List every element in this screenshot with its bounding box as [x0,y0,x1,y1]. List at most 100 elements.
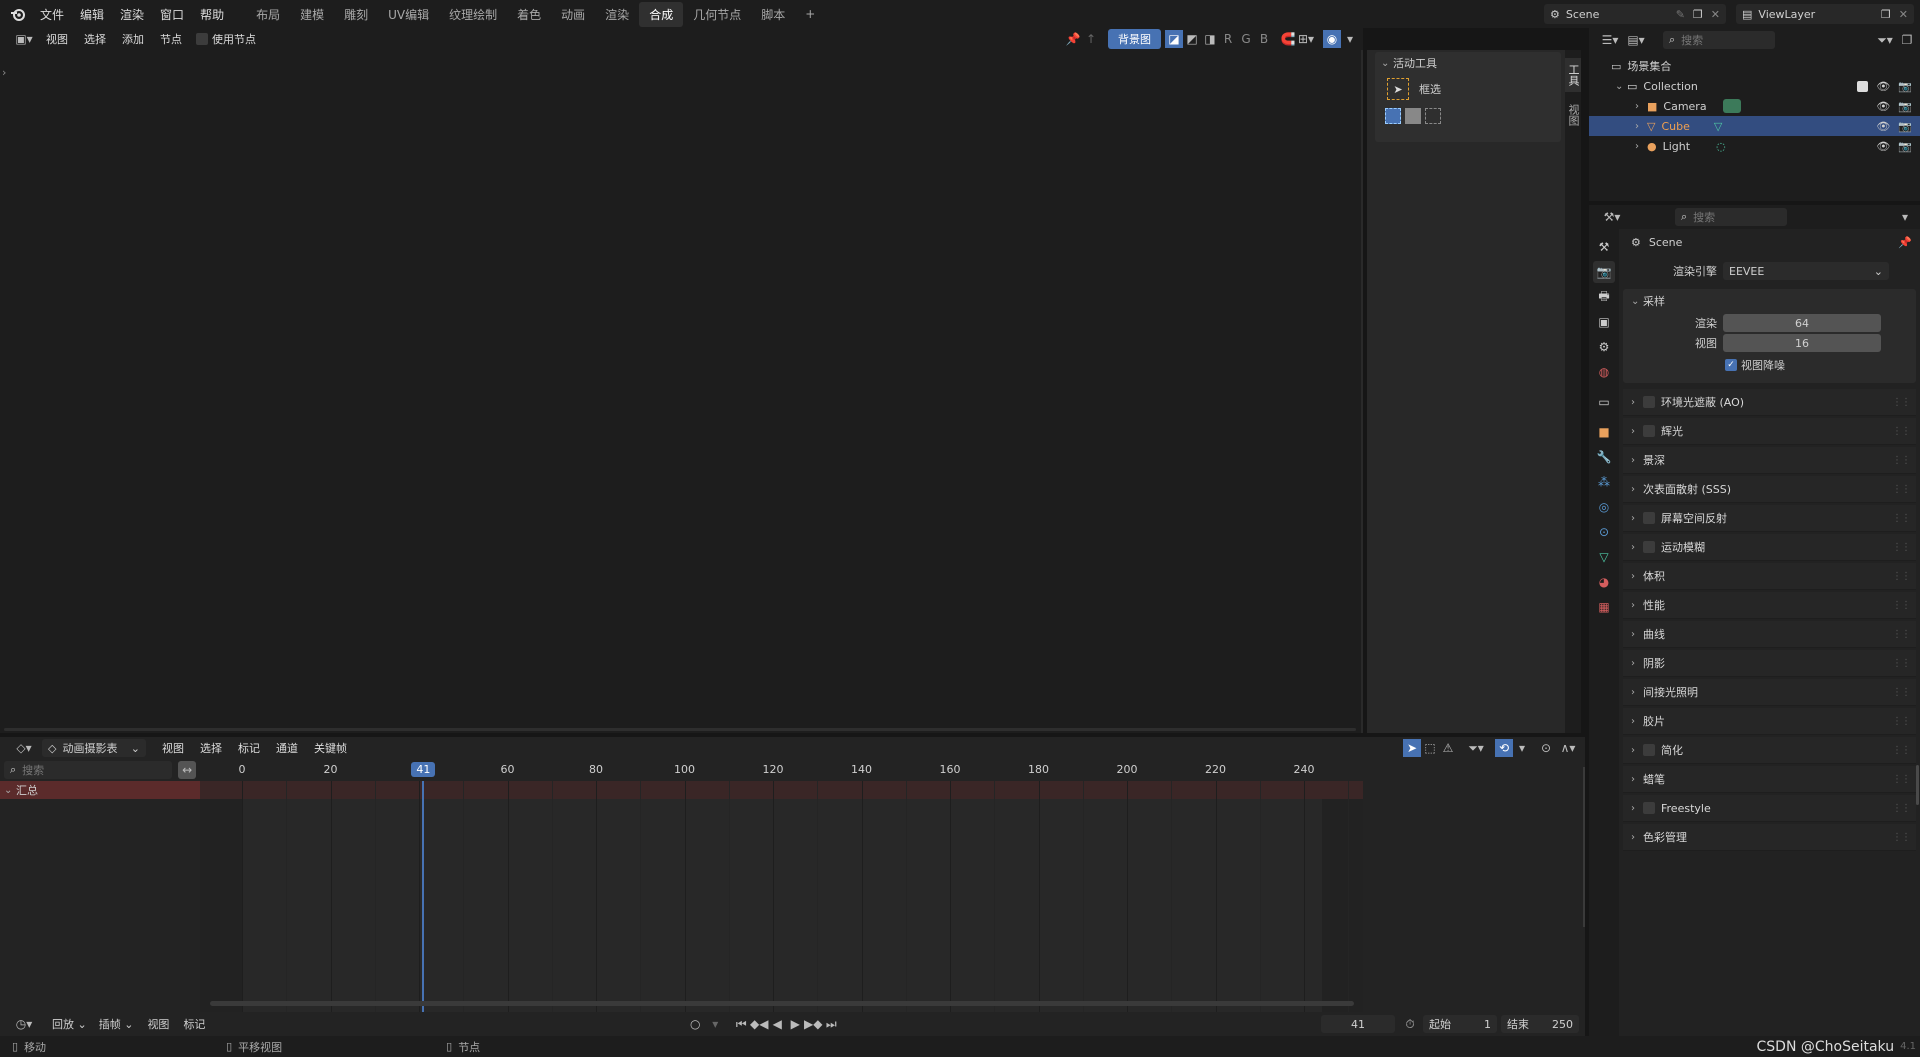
select-extend-icon[interactable] [1405,108,1421,124]
render-panel-header[interactable]: › 体积 ⋮⋮ [1623,563,1916,590]
panel-enable-checkbox[interactable] [1643,802,1655,814]
visibility-icon[interactable]: 👁 [1876,120,1890,133]
expand-icon[interactable]: › [1631,426,1643,437]
drag-handle-icon[interactable]: ⋮⋮ [1892,745,1911,756]
compositor-hscroll[interactable] [4,728,1356,731]
expand-icon[interactable]: › [1631,542,1643,553]
channel-search[interactable]: ⌕ 搜索 [4,761,173,779]
menu-edit[interactable]: 编辑 [72,6,112,23]
menu-window[interactable]: 窗口 [152,6,192,23]
menu-select[interactable]: 选择 [76,31,114,47]
display-mode-icon[interactable]: ▤▾ [1623,31,1649,49]
menu-channel[interactable]: 通道 [268,740,306,756]
backdrop-alpha-only-icon[interactable]: ◨ [1201,30,1219,48]
view-layer-tab-icon[interactable]: ▣ [1593,311,1615,333]
only-selected-icon[interactable]: ➤ [1403,739,1421,757]
channel-g[interactable]: G [1237,30,1255,48]
snap-icon[interactable]: 🧲 [1279,30,1297,48]
tool-tab-icon[interactable]: ⚒ [1593,236,1615,258]
material-tab-icon[interactable]: ◕ [1593,571,1615,593]
panel-enable-checkbox[interactable] [1643,396,1655,408]
frame-ruler[interactable]: 020406080100120140160180200220240 [200,759,1363,781]
expand-icon[interactable]: › [1631,484,1643,495]
workspace-tab[interactable]: + [795,3,825,25]
render-panel-header[interactable]: › 胶片 ⋮⋮ [1623,708,1916,735]
tab-tool[interactable]: 工具 [1565,58,1581,92]
scene-selector[interactable]: ⚙ Scene ✎ ❐ ✕ [1544,4,1726,24]
drag-handle-icon[interactable]: ⋮⋮ [1892,484,1911,495]
expand-icon[interactable]: ⌄ [1615,81,1627,92]
compositor-vscroll[interactable] [1361,50,1363,733]
drag-handle-icon[interactable]: ⋮⋮ [1892,426,1911,437]
mesh-data-icon[interactable]: ▽ [1714,120,1722,133]
overlay-icon[interactable]: ◉ [1323,30,1341,48]
auto-keying-icon[interactable]: ○ [686,1015,704,1033]
drag-handle-icon[interactable]: ⋮⋮ [1892,774,1911,785]
workspace-tab[interactable]: 纹理绘制 [439,2,507,27]
workspace-tab[interactable]: 布局 [246,2,290,27]
visibility-icon[interactable]: 👁 [1876,140,1890,153]
render-panel-header[interactable]: › 曲线 ⋮⋮ [1623,621,1916,648]
snap-icon[interactable]: ⟲ [1495,739,1513,757]
parent-node-icon[interactable]: ↑ [1082,30,1100,48]
data-tab-icon[interactable]: ▽ [1593,546,1615,568]
camera-data-icon[interactable] [1722,99,1741,113]
expand-icon[interactable]: › [1631,716,1643,727]
render-engine-select[interactable]: EEVEE ⌄ [1723,262,1889,280]
properties-scrollbar[interactable] [1916,765,1919,805]
collapse-icon[interactable]: ⌄ [4,785,16,796]
channel-r[interactable]: R [1219,30,1237,48]
expand-icon[interactable]: › [1631,455,1643,466]
constraints-tab-icon[interactable]: ⊙ [1593,521,1615,543]
menu-select[interactable]: 选择 [192,740,230,756]
tab-view[interactable]: 视图 [1565,98,1581,132]
filter-icon[interactable]: ⏷▾ [1872,31,1898,49]
render-panel-header[interactable]: › 景深 ⋮⋮ [1623,447,1916,474]
jump-end-icon[interactable]: ⏭ [822,1015,840,1033]
drag-handle-icon[interactable]: ⋮⋮ [1892,397,1911,408]
keying-set-dropdown-icon[interactable]: ▾ [706,1015,724,1033]
drag-handle-icon[interactable]: ⋮⋮ [1892,513,1911,524]
expand-icon[interactable]: › [1631,600,1643,611]
render-panel-header[interactable]: › 阴影 ⋮⋮ [1623,650,1916,677]
object-tab-icon[interactable]: ■ [1593,421,1615,443]
render-icon[interactable]: 📷 [1898,140,1912,153]
overlay-dropdown-icon[interactable]: ▾ [1341,30,1359,48]
outliner-editor-icon[interactable]: ☰▾ [1597,31,1623,49]
filter-icon[interactable]: ⏷▾ [1463,739,1489,757]
collapse-icon[interactable]: ⌄ [1631,296,1643,307]
render-panel-header[interactable]: › 屏幕空间反射 ⋮⋮ [1623,505,1916,532]
expand-icon[interactable]: › [1631,513,1643,524]
render-icon[interactable]: 📷 [1898,100,1912,113]
workspace-tab[interactable]: 动画 [551,2,595,27]
timeline-editor-icon[interactable]: ◷▾ [10,1015,38,1033]
drag-handle-icon[interactable]: ⋮⋮ [1892,803,1911,814]
collection-tab-icon[interactable]: ▭ [1593,391,1615,413]
expand-icon[interactable]: › [1635,121,1647,132]
preview-range-icon[interactable]: ⏱ [1401,1015,1419,1033]
play-icon[interactable]: ▶ [786,1015,804,1033]
panel-enable-checkbox[interactable] [1643,512,1655,524]
menu-node[interactable]: 节点 [152,31,190,47]
only-errors-icon[interactable]: ⚠ [1439,739,1457,757]
playhead-line[interactable] [422,781,425,1012]
workspace-tab[interactable]: 建模 [290,2,334,27]
editor-type-icon[interactable]: ◇▾ [10,739,38,757]
expand-icon[interactable]: › [1631,803,1643,814]
active-tool-header[interactable]: 活动工具 [1393,55,1437,71]
camera-row[interactable]: › ■ Camera 👁 📷 [1589,96,1920,116]
swap-icon[interactable]: ↔ [178,761,196,779]
viewport-samples-input[interactable]: 16 [1723,334,1881,352]
workspace-tab[interactable]: UV编辑 [378,2,439,27]
render-panel-header[interactable]: › 间接光照明 ⋮⋮ [1623,679,1916,706]
outliner-search[interactable]: ⌕ 搜索 [1663,31,1775,49]
render-panel-header[interactable]: › 次表面散射 (SSS) ⋮⋮ [1623,476,1916,503]
menu-render[interactable]: 渲染 [112,6,152,23]
playhead-label[interactable]: 41 [411,762,436,777]
summary-channel[interactable]: ⌄ 汇总 [0,781,200,799]
expand-icon[interactable]: › [1631,658,1643,669]
render-panel-header[interactable]: › 辉光 ⋮⋮ [1623,418,1916,445]
menu-view[interactable]: 视图 [147,1016,169,1032]
workspace-tab[interactable]: 合成 [639,1,684,27]
drag-handle-icon[interactable]: ⋮⋮ [1892,629,1911,640]
